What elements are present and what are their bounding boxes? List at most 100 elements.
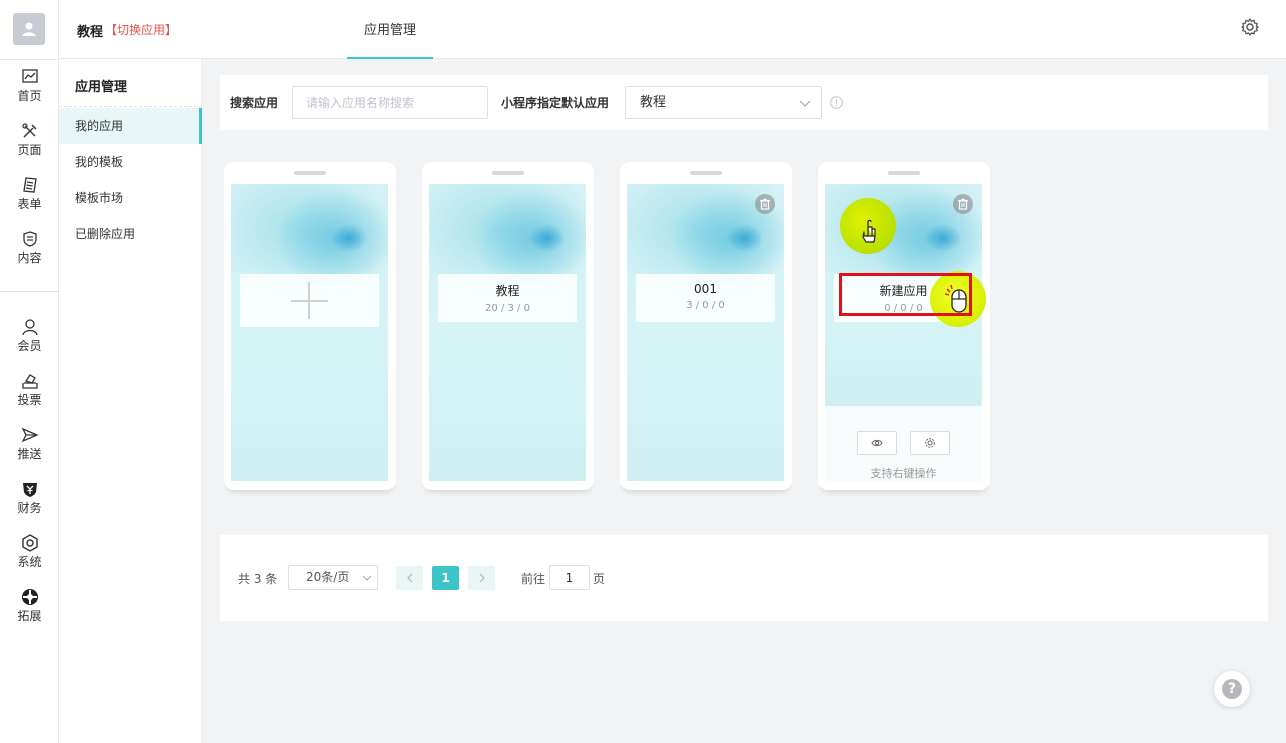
subnav-item-my-apps[interactable]: 我的应用 [59, 108, 202, 144]
rail-item-label: 内容 [17, 251, 42, 265]
rail-divider [0, 291, 59, 292]
rail-item-label: 系统 [17, 555, 42, 569]
help-icon: ? [1222, 679, 1242, 699]
app-card[interactable]: 教程 20 / 3 / 0 [422, 162, 594, 490]
right-click-hint: 支持右键操作 [870, 467, 937, 480]
card-actions: 支持右键操作 [825, 406, 982, 481]
vote-icon [21, 374, 38, 389]
phone-screen: 教程 20 / 3 / 0 [429, 184, 586, 481]
search-input[interactable] [292, 86, 488, 119]
next-page-button[interactable] [468, 566, 495, 590]
click-indicator [930, 271, 986, 327]
top-header: 教程 【切换应用】 应用管理 [59, 0, 1286, 59]
rail-item-extend[interactable]: 拓展 [0, 588, 59, 634]
rail-item-label: 表单 [17, 197, 42, 211]
trash-icon [958, 198, 968, 210]
yen-icon [22, 483, 37, 497]
secondary-sidebar: 应用管理 我的应用 我的模板 模板市场 已删除应用 [59, 59, 202, 743]
current-app-name: 教程 [77, 25, 104, 40]
user-avatar-icon [22, 22, 36, 36]
subnav-item-template-market[interactable]: 模板市场 [59, 180, 202, 216]
rail-item-members[interactable]: 会员 [0, 318, 59, 364]
plus-icon [308, 282, 310, 319]
rail-item-label: 财务 [17, 501, 42, 515]
rail-item-label: 会员 [17, 339, 42, 353]
rail-item-label: 首页 [17, 89, 42, 103]
chevron-left-icon [406, 573, 412, 583]
form-icon [22, 177, 37, 193]
chevron-down-icon [362, 575, 372, 581]
page-size-value: 20条/页 [306, 570, 350, 584]
page-button-current[interactable]: 1 [432, 566, 459, 590]
user-icon [21, 319, 38, 336]
rail-item-label: 页面 [17, 143, 42, 157]
switch-app-link[interactable]: 【切换应用】 [105, 21, 177, 38]
settings-button[interactable] [910, 431, 950, 455]
chevron-right-icon [479, 573, 485, 583]
phone-notch [690, 171, 722, 175]
app-label: 教程 20 / 3 / 0 [438, 274, 577, 322]
app-stats: 20 / 3 / 0 [485, 303, 530, 314]
goto-label: 前往 [521, 572, 546, 586]
send-icon [21, 427, 39, 443]
delete-app-button[interactable] [755, 194, 775, 214]
goto-page-input[interactable] [549, 565, 590, 590]
search-bar: 搜索应用 小程序指定默认应用 教程 [220, 75, 1268, 130]
extend-icon [21, 589, 38, 605]
eye-icon [871, 439, 883, 447]
rail-item-label: 投票 [17, 393, 42, 407]
app-label: 001 3 / 0 / 0 [636, 274, 775, 322]
page-size-select[interactable]: 20条/页 [288, 565, 378, 590]
rail-item-system[interactable]: 系统 [0, 534, 59, 580]
subnav-item-my-templates[interactable]: 我的模板 [59, 144, 202, 180]
add-app-card[interactable] [224, 162, 396, 490]
rail-item-forms[interactable]: 表单 [0, 176, 59, 222]
chart-icon [21, 69, 38, 83]
rail-item-finance[interactable]: 财务 [0, 480, 59, 526]
app-stats: 3 / 0 / 0 [686, 300, 725, 311]
tab-app-management[interactable]: 应用管理 [347, 0, 433, 59]
phone-notch [492, 171, 524, 175]
default-app-select[interactable]: 教程 [625, 86, 822, 119]
avatar[interactable] [13, 13, 45, 45]
default-app-label: 小程序指定默认应用 [501, 96, 610, 110]
search-label: 搜索应用 [230, 96, 279, 110]
prev-page-button[interactable] [396, 566, 423, 590]
subnav-item-deleted-apps[interactable]: 已删除应用 [59, 216, 202, 252]
gear-icon [925, 438, 935, 448]
cursor-highlight [840, 198, 896, 254]
content-icon [22, 231, 37, 247]
app-name: 教程 [495, 284, 520, 298]
hand-cursor-icon [862, 219, 876, 243]
pagination: 共 3 条 20条/页 1 前往 页 [220, 535, 1268, 621]
chevron-down-icon [799, 100, 811, 107]
help-button[interactable]: ? [1214, 671, 1250, 707]
mouse-icon [944, 284, 967, 313]
tools-icon [21, 123, 37, 138]
info-icon[interactable] [830, 96, 843, 109]
preview-button[interactable] [857, 431, 897, 455]
rail-divider [0, 59, 59, 60]
subnav-divider [59, 106, 202, 107]
system-icon [21, 534, 38, 552]
app-name: 001 [694, 282, 717, 296]
app-card[interactable]: 001 3 / 0 / 0 [620, 162, 792, 490]
phone-notch [294, 171, 326, 175]
rail-item-label: 拓展 [17, 609, 42, 623]
delete-app-button[interactable] [953, 194, 973, 214]
trash-icon [760, 198, 770, 210]
rail-item-content[interactable]: 内容 [0, 230, 59, 276]
gear-icon[interactable] [1240, 17, 1260, 37]
icon-rail: 首页 页面 表单 内容 会员 投票 推送 财务 系统 拓展 [0, 0, 59, 743]
rail-item-home[interactable]: 首页 [0, 68, 59, 114]
page-unit-label: 页 [593, 572, 606, 586]
phone-notch [888, 171, 920, 175]
phone-screen: 001 3 / 0 / 0 [627, 184, 784, 481]
rail-item-vote[interactable]: 投票 [0, 372, 59, 418]
total-count: 共 3 条 [238, 572, 278, 586]
rail-item-label: 推送 [17, 447, 42, 461]
phone-screen [231, 184, 388, 481]
rail-item-pages[interactable]: 页面 [0, 122, 59, 168]
rail-item-push[interactable]: 推送 [0, 426, 59, 472]
add-app-button[interactable] [240, 274, 379, 327]
